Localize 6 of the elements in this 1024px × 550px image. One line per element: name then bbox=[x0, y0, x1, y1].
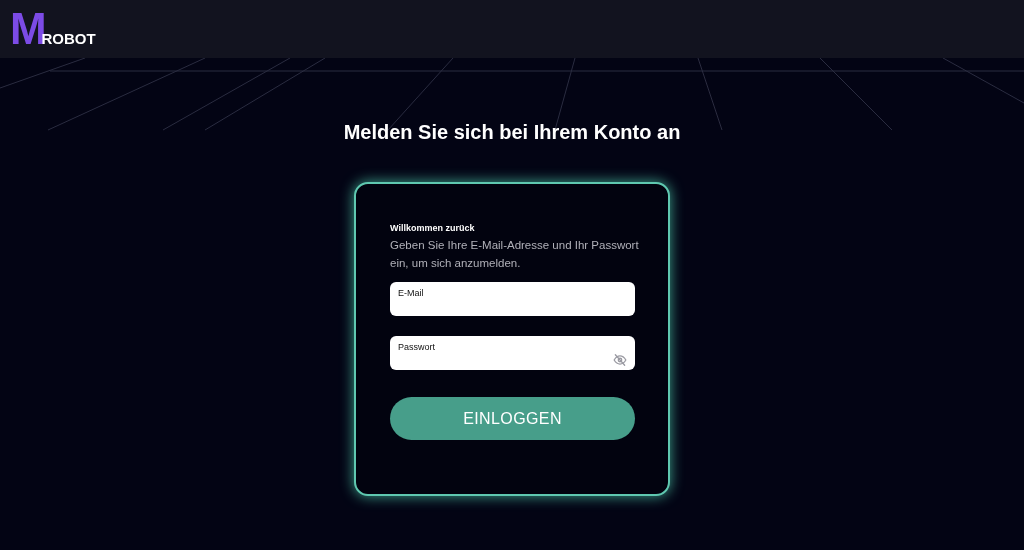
page-title: Melden Sie sich bei Ihrem Konto an bbox=[343, 120, 681, 145]
eye-slash-icon[interactable] bbox=[613, 353, 627, 367]
password-field[interactable]: Passwort bbox=[390, 336, 635, 370]
instructions-text: Geben Sie Ihre E-Mail-Adresse und Ihr Passwort ein, um sich anzumelden. bbox=[390, 238, 640, 271]
greeting-text: Willkommen zurück bbox=[390, 222, 476, 234]
email-field[interactable]: E-Mail bbox=[390, 282, 635, 316]
